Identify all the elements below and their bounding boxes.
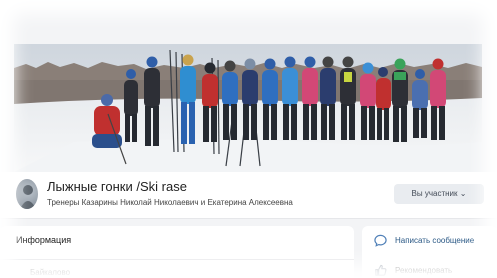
chat-bubble-icon (374, 234, 387, 247)
info-card: Информация Байкалово (0, 226, 354, 278)
info-divider (0, 259, 354, 260)
group-cover-photo[interactable] (14, 44, 482, 172)
membership-button[interactable]: Вы участник ⌄ (394, 184, 484, 204)
group-title: Лыжные гонки /Ski rase (47, 179, 187, 194)
recommend-label: Рекомендовать (395, 266, 453, 275)
group-avatar[interactable] (16, 179, 38, 209)
vk-group-page: Лыжные гонки /Ski rase Тренеры Казарины … (0, 0, 497, 278)
info-title: Информация (16, 235, 72, 245)
group-subtitle: Тренеры Казарины Николай Николаевич и Ек… (47, 198, 293, 207)
cover-photo-image (14, 44, 482, 172)
group-header: Лыжные гонки /Ski rase Тренеры Казарины … (0, 172, 497, 219)
recommend-action[interactable]: Рекомендовать (374, 264, 452, 277)
send-message-action[interactable]: Написать сообщение (374, 234, 474, 247)
info-location-label: Байкалово (30, 268, 71, 277)
side-actions-card: Написать сообщение Рекомендовать (362, 226, 497, 278)
thumbs-up-icon (375, 264, 387, 276)
send-message-label: Написать сообщение (395, 236, 475, 245)
avatar-image (20, 185, 36, 209)
